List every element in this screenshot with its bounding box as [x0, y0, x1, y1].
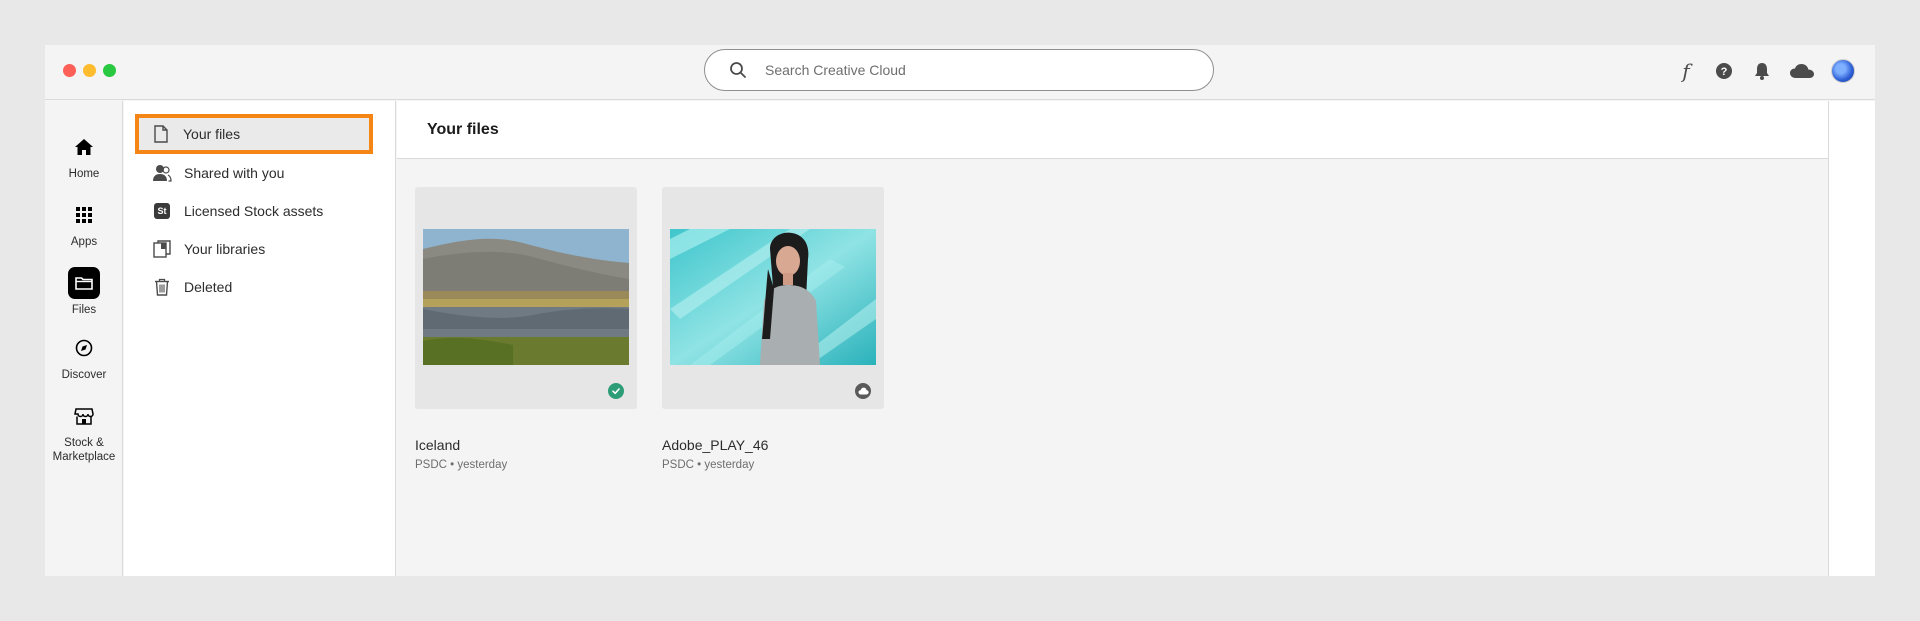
app-rail: Home Apps Files Discover Stock & Marketp…	[45, 101, 123, 576]
top-toolbar: f ?	[1675, 56, 1855, 86]
files-nav-panel: Your files Shared with you St Licensed S…	[124, 101, 396, 576]
portrait-thumbnail-image	[670, 229, 876, 365]
home-icon	[68, 131, 100, 163]
file-card[interactable]: Adobe_PLAY_46 PSDC • yesterday	[662, 187, 884, 471]
file-name: Iceland	[415, 437, 461, 453]
nav-item-label: Deleted	[184, 279, 233, 295]
close-window-button[interactable]	[63, 64, 76, 77]
rail-item-home[interactable]: Home	[45, 131, 123, 181]
rail-item-files[interactable]: Files	[45, 267, 123, 317]
page-title: Your files	[427, 121, 499, 138]
title-bar: f ?	[45, 45, 1875, 100]
rail-item-discover[interactable]: Discover	[45, 332, 123, 382]
shared-users-icon	[152, 163, 172, 183]
nav-item-licensed-stock-assets[interactable]: St Licensed Stock assets	[136, 195, 382, 227]
stock-badge: St	[154, 203, 170, 219]
nav-item-label: Licensed Stock assets	[184, 203, 324, 219]
creative-cloud-window: f ? Home Apps	[45, 45, 1875, 576]
help-icon[interactable]: ?	[1713, 60, 1735, 82]
apps-grid-icon	[68, 199, 100, 231]
rail-item-apps[interactable]: Apps	[45, 199, 123, 249]
synced-status-icon	[608, 383, 624, 399]
store-icon	[68, 400, 100, 432]
file-thumbnail	[415, 187, 637, 409]
nav-item-your-libraries[interactable]: Your libraries	[136, 233, 382, 265]
file-card[interactable]: Iceland PSDC • yesterday	[415, 187, 637, 471]
trash-icon	[152, 277, 172, 297]
rail-label: Files	[71, 304, 97, 316]
main-content: Your files Iceland PSDC • yesterday Adob…	[397, 101, 1828, 576]
rail-label: Apps	[70, 236, 98, 248]
stock-icon: St	[152, 201, 172, 221]
rail-label: Home	[68, 168, 100, 180]
avatar[interactable]	[1831, 59, 1855, 83]
fonts-icon[interactable]: f	[1675, 59, 1697, 83]
file-meta: PSDC • yesterday	[662, 459, 755, 471]
nav-item-shared-with-you[interactable]: Shared with you	[136, 157, 382, 189]
nav-item-label: Your libraries	[184, 241, 266, 257]
search-icon	[730, 62, 746, 78]
cloud-icon[interactable]	[1789, 60, 1815, 82]
file-icon	[151, 124, 171, 144]
nav-item-label: Shared with you	[184, 165, 285, 181]
svg-text:?: ?	[1721, 66, 1728, 78]
cloud-status-icon	[855, 383, 871, 399]
search-bar[interactable]	[704, 49, 1214, 91]
rail-item-stock-marketplace[interactable]: Stock & Marketplace	[45, 400, 123, 464]
libraries-icon	[152, 239, 172, 259]
minimize-window-button[interactable]	[83, 64, 96, 77]
landscape-thumbnail-image	[423, 229, 629, 365]
main-header: Your files	[397, 101, 1828, 159]
search-input[interactable]	[765, 62, 1185, 78]
nav-item-label: Your files	[183, 126, 241, 142]
file-meta: PSDC • yesterday	[415, 459, 508, 471]
nav-item-your-files[interactable]: Your files	[135, 114, 373, 154]
compass-icon	[68, 332, 100, 364]
file-name: Adobe_PLAY_46	[662, 437, 769, 453]
zoom-window-button[interactable]	[103, 64, 116, 77]
folder-icon	[68, 267, 100, 299]
right-panel-strip	[1828, 101, 1875, 576]
rail-label: Discover	[61, 369, 107, 381]
nav-item-deleted[interactable]: Deleted	[136, 271, 382, 303]
file-thumbnail	[662, 187, 884, 409]
rail-label: Stock & Marketplace	[52, 437, 116, 463]
notifications-icon[interactable]	[1751, 60, 1773, 82]
